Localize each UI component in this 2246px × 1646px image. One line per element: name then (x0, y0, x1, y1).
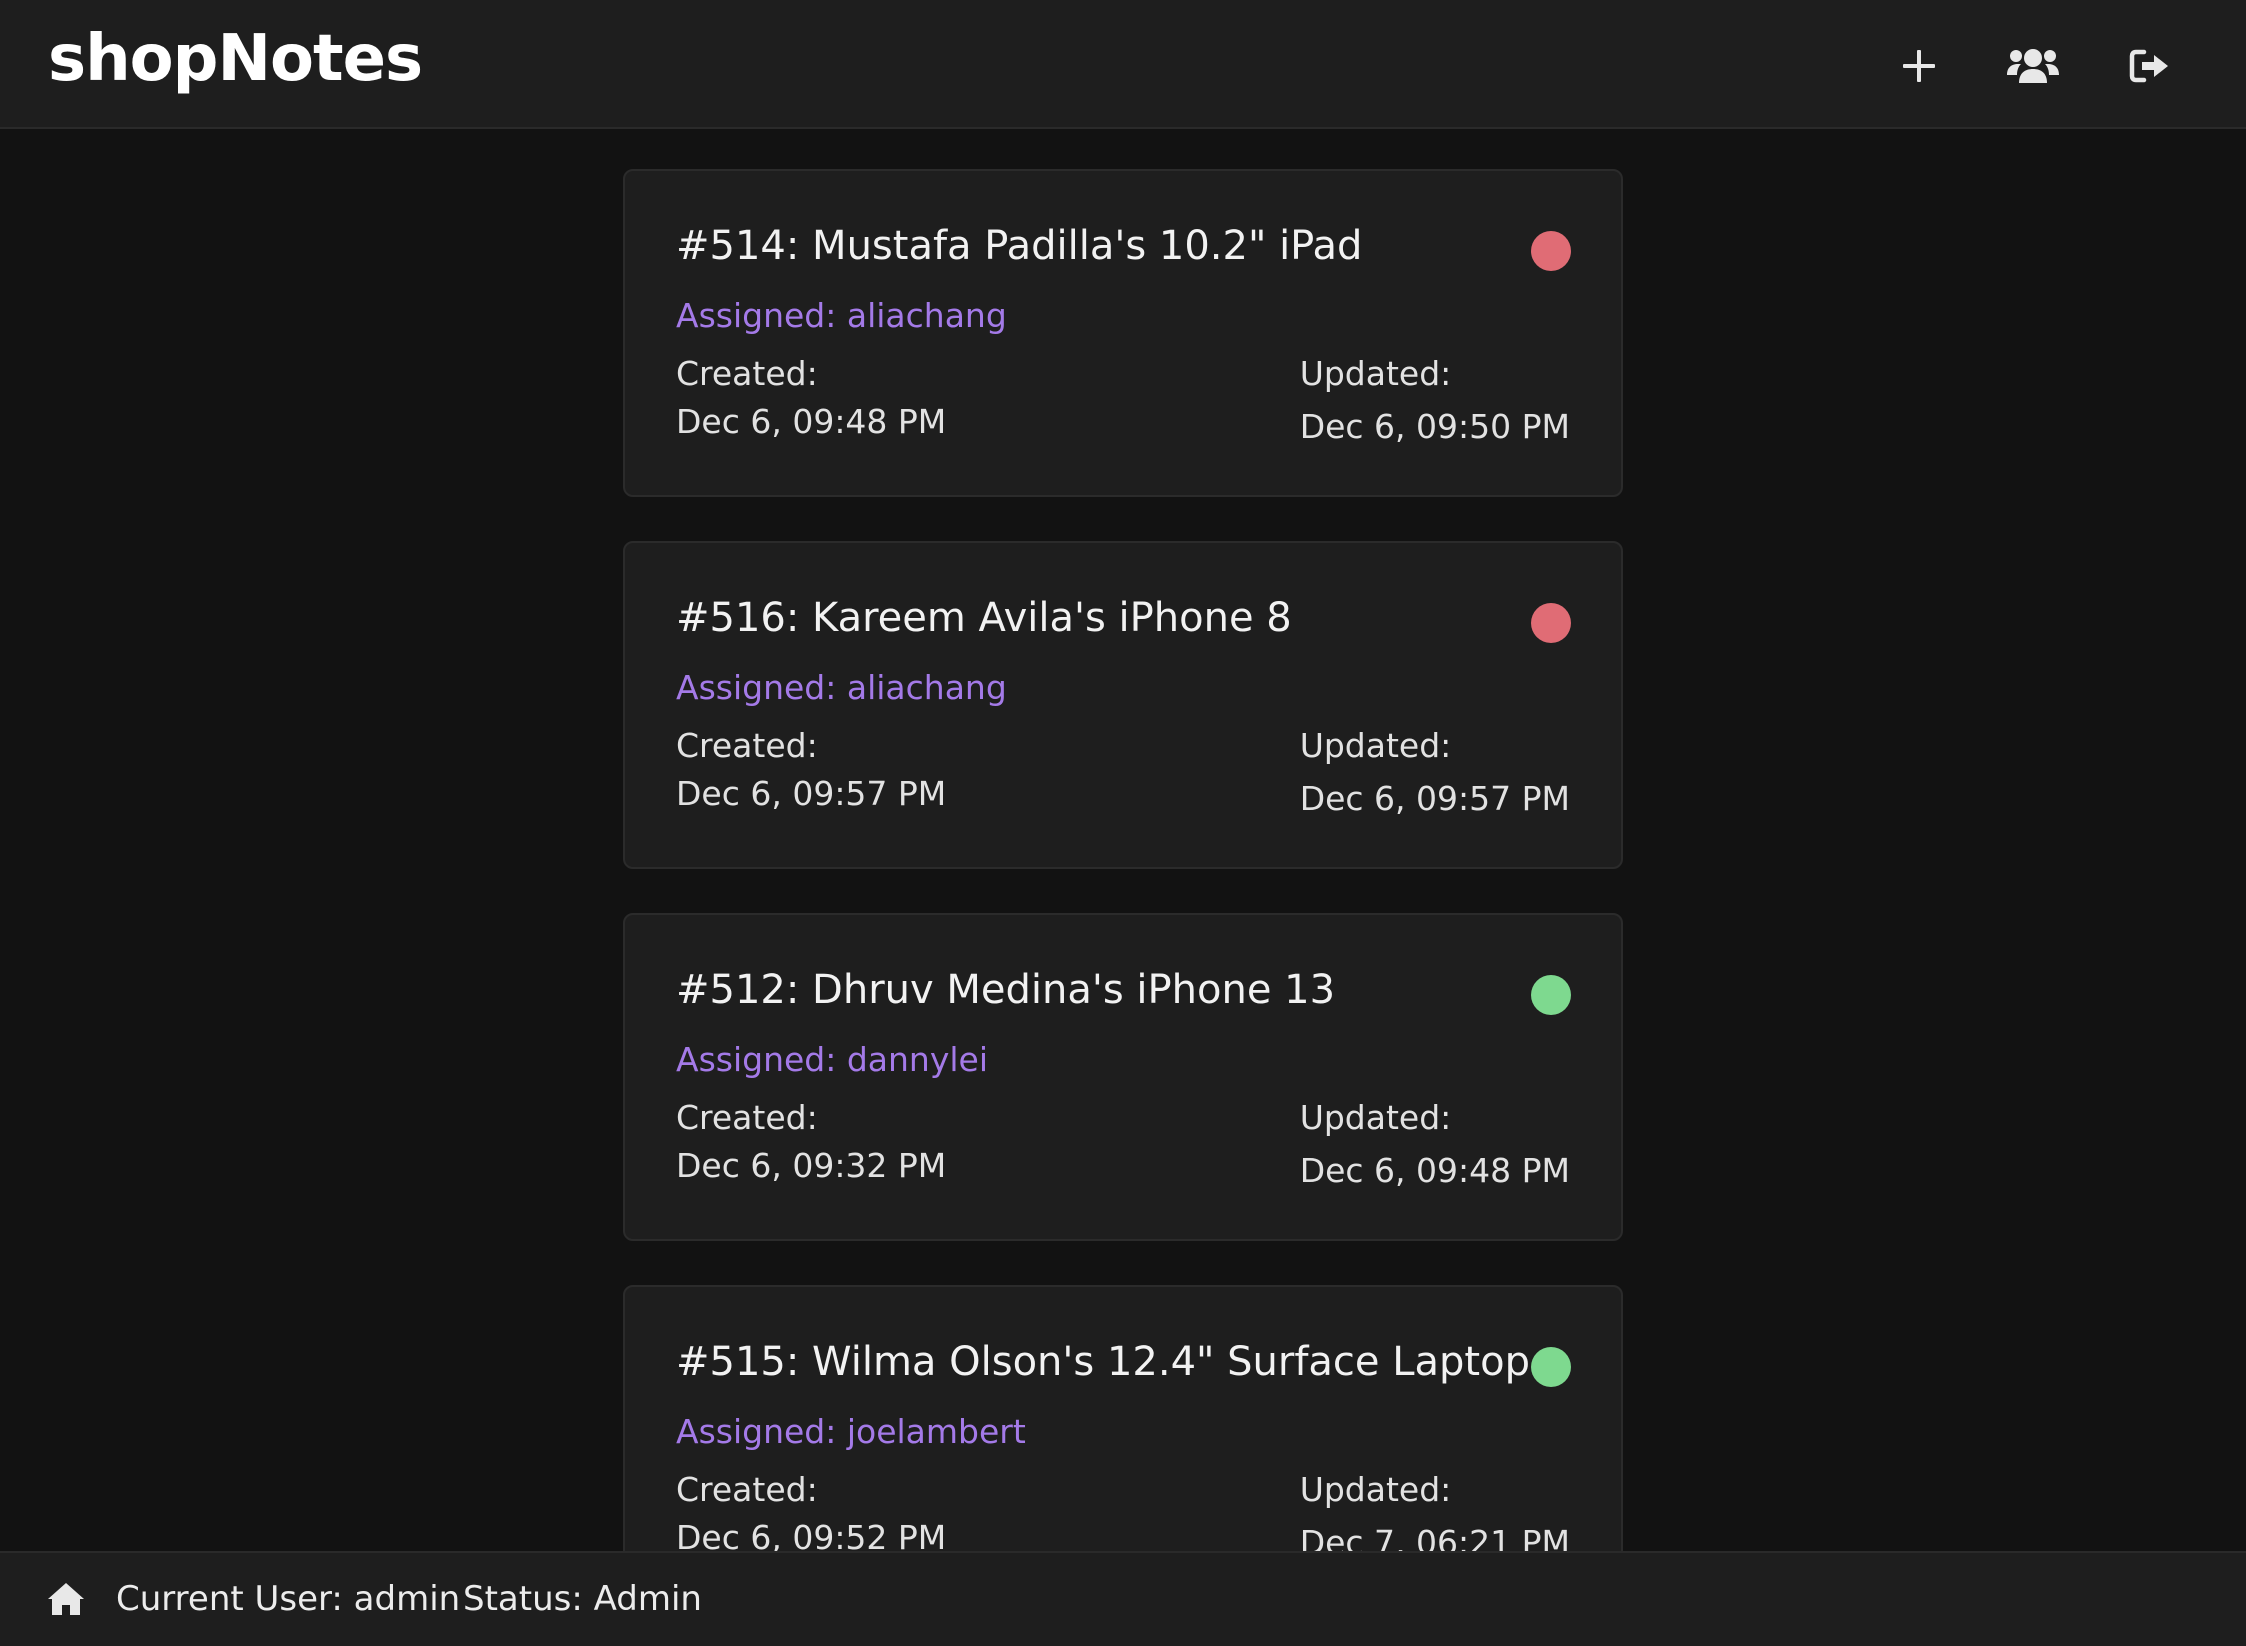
created-label: Created: (676, 726, 818, 765)
ticket-title: #515: Wilma Olson's 12.4" Surface Laptop (676, 1339, 1530, 1385)
status-indicator (1531, 603, 1571, 643)
ticket-card[interactable]: #514: Mustafa Padilla's 10.2" iPad Assig… (623, 169, 1623, 497)
updated-block: Updated: Dec 7, 06:21 PM (1300, 1470, 1570, 1551)
app-root: shopNotes #514: Mustafa Padilla's 10.2" … (0, 0, 2246, 1646)
add-ticket-button[interactable] (1887, 34, 1951, 98)
ticket-card[interactable]: #516: Kareem Avila's iPhone 8 Assigned: … (623, 541, 1623, 869)
assigned-user: Assigned: dannylei (676, 1040, 989, 1079)
status-indicator (1531, 975, 1571, 1015)
updated-date: Dec 6, 09:57 PM (1299, 779, 1570, 818)
logout-icon (2129, 49, 2168, 83)
ticket-title: #512: Dhruv Medina's iPhone 13 (676, 967, 1336, 1013)
created-date: Dec 6, 09:52 PM (676, 1518, 947, 1551)
status-indicator (1531, 231, 1571, 271)
created-label: Created: (676, 1098, 818, 1137)
ticket-card[interactable]: #512: Dhruv Medina's iPhone 13 Assigned:… (623, 913, 1623, 1241)
home-icon[interactable] (46, 1581, 86, 1617)
users-button[interactable] (2001, 34, 2065, 98)
user-status-text: Status: Admin (463, 1579, 702, 1619)
status-bar: Current User: admin Status: Admin (0, 1551, 2246, 1646)
ticket-list: #514: Mustafa Padilla's 10.2" iPad Assig… (623, 169, 1623, 1551)
app-title[interactable]: shopNotes (48, 22, 423, 96)
plus-icon (1903, 50, 1935, 82)
users-icon (2007, 49, 2059, 83)
updated-label: Updated: (1299, 354, 1452, 393)
updated-date: Dec 6, 09:48 PM (1299, 1151, 1570, 1190)
ticket-title: #514: Mustafa Padilla's 10.2" iPad (676, 223, 1363, 269)
current-user-text: Current User: admin (116, 1579, 461, 1619)
assigned-user: Assigned: aliachang (676, 296, 1007, 335)
created-date: Dec 6, 09:32 PM (676, 1146, 947, 1185)
ticket-title: #516: Kareem Avila's iPhone 8 (676, 595, 1292, 641)
updated-label: Updated: (1299, 726, 1452, 765)
status-indicator (1531, 1347, 1571, 1387)
updated-date: Dec 7, 06:21 PM (1299, 1523, 1570, 1551)
updated-block: Updated: Dec 6, 09:50 PM (1300, 354, 1570, 446)
updated-label: Updated: (1299, 1470, 1452, 1509)
updated-date: Dec 6, 09:50 PM (1299, 407, 1570, 446)
created-label: Created: (676, 1470, 818, 1509)
created-date: Dec 6, 09:48 PM (676, 402, 947, 441)
updated-label: Updated: (1299, 1098, 1452, 1137)
assigned-user: Assigned: aliachang (676, 668, 1007, 707)
updated-block: Updated: Dec 6, 09:48 PM (1300, 1098, 1570, 1190)
created-date: Dec 6, 09:57 PM (676, 774, 947, 813)
updated-block: Updated: Dec 6, 09:57 PM (1300, 726, 1570, 818)
logout-button[interactable] (2118, 34, 2182, 98)
created-label: Created: (676, 354, 818, 393)
top-bar: shopNotes (0, 0, 2246, 129)
ticket-card[interactable]: #515: Wilma Olson's 12.4" Surface Laptop… (623, 1285, 1623, 1551)
assigned-user: Assigned: joelambert (676, 1412, 1026, 1451)
